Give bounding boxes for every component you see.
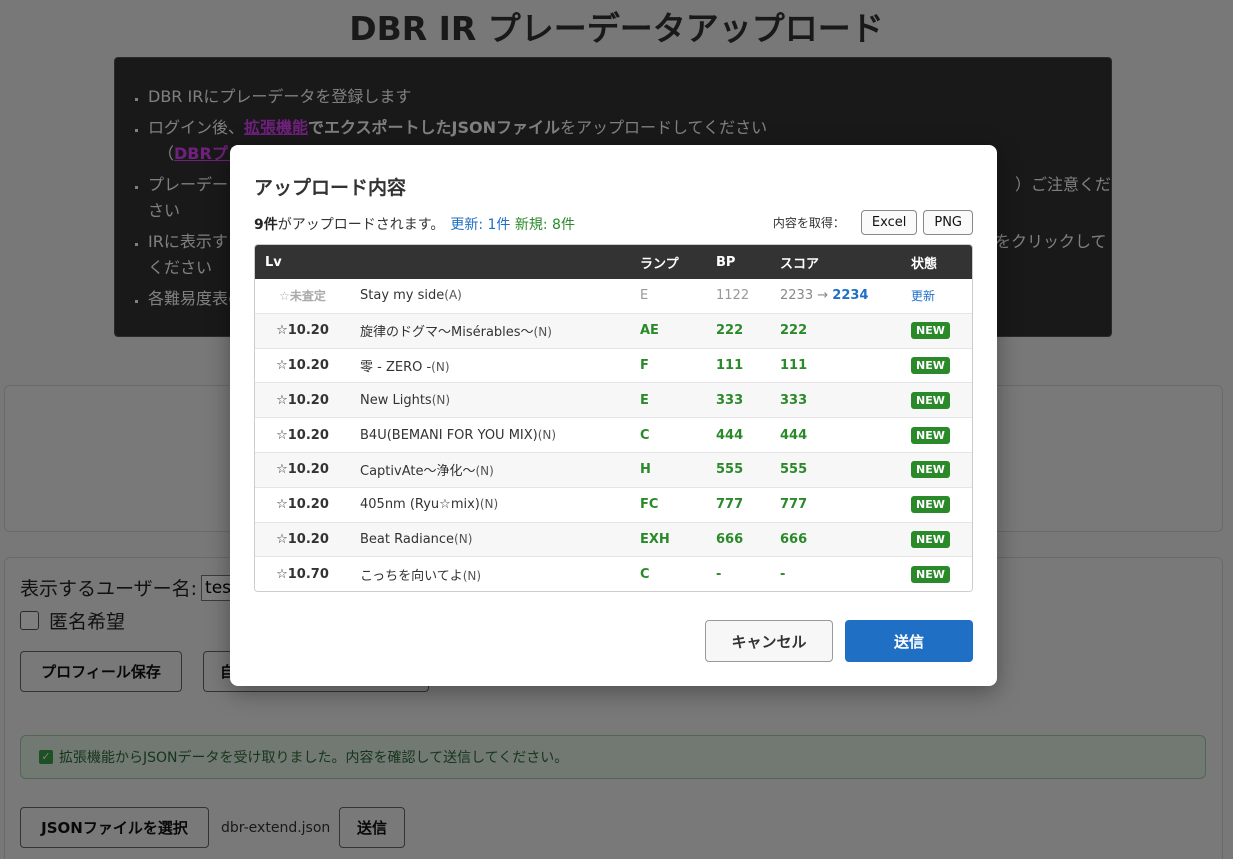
new-count: 新規: 8件 bbox=[514, 217, 575, 233]
header-chart: 譜面 bbox=[360, 256, 387, 272]
cell-lv: ☆10.20 bbox=[276, 531, 329, 547]
cell-chart: New Lights(N) bbox=[360, 392, 451, 408]
new-badge: NEW bbox=[911, 496, 950, 514]
export-excel-button[interactable]: Excel bbox=[860, 210, 918, 235]
cell-lamp: H bbox=[640, 462, 651, 478]
new-badge: NEW bbox=[911, 322, 950, 340]
cell-lv: ☆10.20 bbox=[276, 497, 329, 513]
cell-score: 444 bbox=[780, 427, 808, 443]
cell-score: 333 bbox=[780, 392, 808, 408]
cell-lv: ☆未査定 bbox=[279, 289, 326, 304]
cell-lamp: F bbox=[640, 357, 649, 373]
cell-chart: 405nm (Ryu☆mix)(N) bbox=[360, 497, 499, 513]
table-row: ☆10.20 405nm (Ryu☆mix)(N) FC 777 777 NEW bbox=[255, 487, 972, 523]
cell-bp: 666 bbox=[716, 531, 744, 547]
new-badge: NEW bbox=[911, 356, 950, 374]
cell-bp: 222 bbox=[716, 323, 744, 339]
cell-score: 222 bbox=[780, 323, 808, 339]
cell-lv: ☆10.20 bbox=[276, 462, 329, 478]
cell-lamp: C bbox=[640, 566, 650, 582]
header-lamp: ランプ bbox=[640, 256, 679, 272]
cell-bp: 777 bbox=[716, 497, 744, 513]
table-row: ☆未査定 Stay my side(A) E 1122 2233 → 2234 更新 bbox=[255, 279, 972, 314]
cell-chart: Stay my side(A) bbox=[360, 288, 462, 304]
cell-chart: B4U(BEMANI FOR YOU MIX)(N) bbox=[360, 427, 557, 443]
cell-bp: 555 bbox=[716, 462, 744, 478]
header-score: スコア bbox=[780, 256, 820, 272]
cell-lv: ☆10.70 bbox=[276, 566, 329, 582]
table-row: ☆10.70 こっちを向いてよ(N) C - - NEW bbox=[255, 557, 972, 591]
export-png-button[interactable]: PNG bbox=[923, 210, 973, 235]
cell-score: - bbox=[780, 566, 786, 582]
cell-bp: 444 bbox=[716, 427, 744, 443]
cell-chart: CaptivAte〜浄化〜(N) bbox=[360, 464, 494, 480]
cell-state: NEW bbox=[901, 356, 971, 374]
cell-score: 777 bbox=[780, 497, 808, 513]
updated-count: 更新: 1件 bbox=[450, 217, 511, 233]
upload-table: Lv 譜面 ランプ BP スコア 状態 ☆未査定 Stay my side(A) E… bbox=[254, 244, 973, 592]
new-badge: NEW bbox=[911, 565, 950, 583]
cell-state: NEW bbox=[901, 530, 971, 548]
cell-state: NEW bbox=[901, 461, 971, 479]
table-row: ☆10.20 Beat Radiance(N) EXH 666 666 NEW bbox=[255, 522, 972, 558]
cell-state: NEW bbox=[901, 496, 971, 514]
cell-lamp: FC bbox=[640, 497, 659, 513]
new-badge: NEW bbox=[911, 426, 950, 444]
new-badge: NEW bbox=[911, 530, 950, 548]
cell-bp: - bbox=[716, 566, 722, 582]
cell-lamp: AE bbox=[640, 323, 659, 339]
cell-lamp: C bbox=[640, 427, 650, 443]
cell-score: 666 bbox=[780, 531, 808, 547]
cell-lv: ☆10.20 bbox=[276, 427, 329, 443]
modal-title: アップロード内容 bbox=[254, 177, 407, 199]
export-label: 内容を取得： bbox=[772, 216, 845, 230]
upload-modal: アップロード内容 9件がアップロードされます。 更新: 1件 新規: 8件 内容を… bbox=[230, 145, 997, 686]
cell-score: 2233 → 2234 bbox=[780, 288, 869, 304]
cell-score: 111 bbox=[780, 357, 808, 373]
cell-bp: 333 bbox=[716, 392, 744, 408]
updated-badge: 更新 bbox=[911, 289, 936, 304]
cell-state: NEW bbox=[901, 322, 971, 340]
table-header: Lv 譜面 ランプ BP スコア 状態 bbox=[255, 245, 972, 279]
cell-lamp: E bbox=[640, 392, 649, 408]
cell-state: NEW bbox=[901, 565, 971, 583]
table-row: ☆10.20 New Lights(N) E 333 333 NEW bbox=[255, 383, 972, 419]
cell-chart: Beat Radiance(N) bbox=[360, 531, 473, 547]
cell-chart: 旋律のドグマ〜Misérables〜(N) bbox=[360, 325, 552, 341]
header-state: 状態 bbox=[911, 256, 938, 272]
header-lv: Lv bbox=[265, 254, 282, 270]
cell-lamp: EXH bbox=[640, 531, 670, 547]
new-badge: NEW bbox=[911, 391, 950, 409]
send-button[interactable]: 送信 bbox=[845, 620, 973, 662]
cancel-button[interactable]: キャンセル bbox=[705, 620, 833, 662]
table-row: ☆10.20 零 - ZERO -(N) F 111 111 NEW bbox=[255, 348, 972, 384]
cell-lv: ☆10.20 bbox=[276, 323, 329, 339]
upload-summary: 9件がアップロードされます。 更新: 1件 新規: 8件 bbox=[254, 217, 575, 233]
table-row: ☆10.20 CaptivAte〜浄化〜(N) H 555 555 NEW bbox=[255, 452, 972, 488]
cell-score: 555 bbox=[780, 462, 808, 478]
cell-chart: 零 - ZERO -(N) bbox=[360, 359, 450, 375]
cell-state: 更新 bbox=[901, 287, 971, 304]
table-body: ☆未査定 Stay my side(A) E 1122 2233 → 2234 更新 ☆10… bbox=[255, 279, 972, 591]
cell-lv: ☆10.20 bbox=[276, 392, 329, 408]
header-bp: BP bbox=[716, 254, 736, 270]
export-controls: 内容を取得： Excel PNG bbox=[773, 210, 973, 235]
cell-lv: ☆10.20 bbox=[276, 357, 329, 373]
cell-state: NEW bbox=[901, 426, 971, 444]
cell-bp: 1122 bbox=[716, 288, 750, 304]
cell-lamp: E bbox=[640, 288, 649, 304]
cell-state: NEW bbox=[901, 391, 971, 409]
table-row: ☆10.20 B4U(BEMANI FOR YOU MIX)(N) C 444 444 N… bbox=[255, 418, 972, 453]
cell-chart: こっちを向いてよ(N) bbox=[360, 568, 482, 584]
cell-bp: 111 bbox=[716, 357, 744, 373]
new-badge: NEW bbox=[911, 461, 950, 479]
table-row: ☆10.20 旋律のドグマ〜Misérables〜(N) AE 222 222 NEW bbox=[255, 313, 972, 349]
